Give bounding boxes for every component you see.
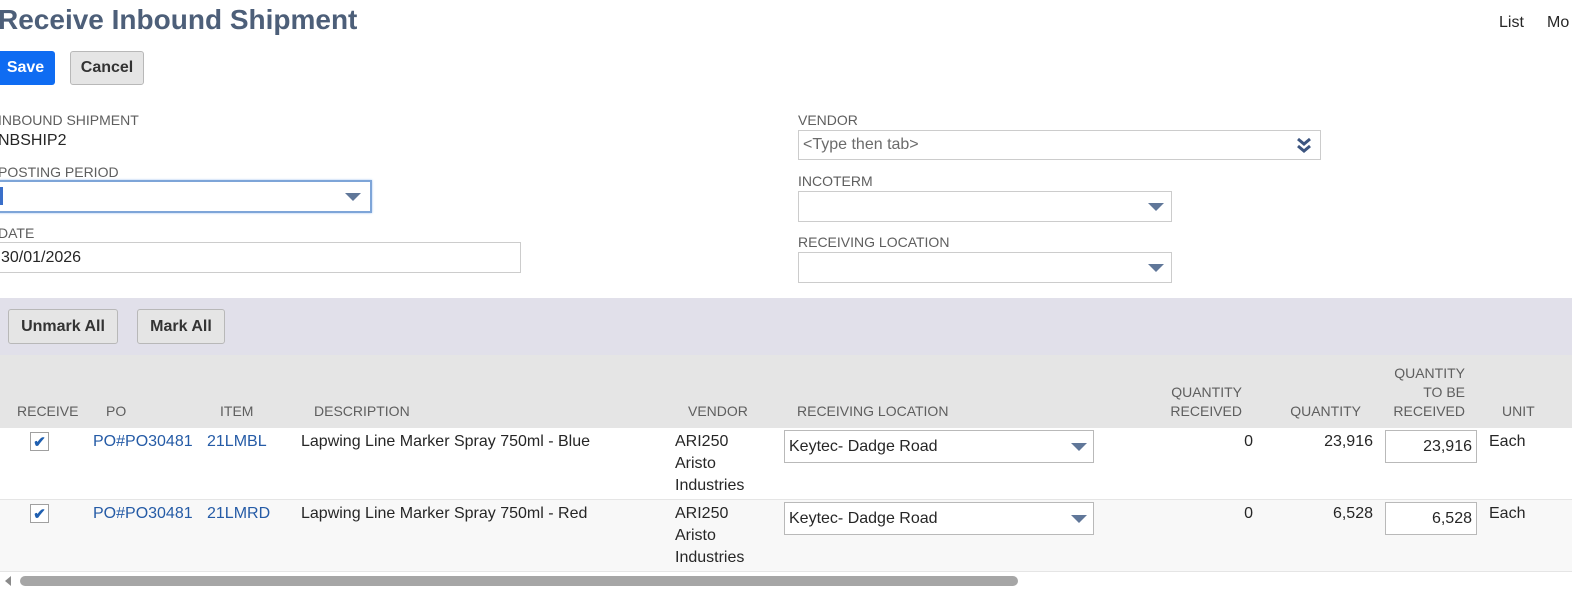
list-link[interactable]: List [1499,14,1524,32]
receive-checkbox[interactable]: ✔ [30,432,49,451]
inbound-shipment-value: NBSHIP2 [0,132,67,149]
date-value: 30/01/2026 [1,248,82,266]
posting-period-select[interactable] [0,180,372,213]
col-quantity[interactable]: QUANTITY [1260,402,1361,421]
vendor-cell: ARI250 Aristo Industries [675,503,744,569]
incoterm-select[interactable] [798,191,1172,222]
dropdown-arrow-icon[interactable] [1148,264,1164,272]
date-label: DATE [0,225,35,241]
incoterm-label: INCOTERM [798,173,873,189]
page-title: Receive Inbound Shipment [0,4,358,35]
col-item[interactable]: ITEM [220,402,253,421]
col-quantity-received-line1: QUANTITY [1171,384,1242,400]
checkmark-icon: ✔ [33,433,46,451]
scroll-left-arrow-icon[interactable] [5,576,11,586]
quantity-cell: 6,528 [1332,505,1373,522]
col-description[interactable]: DESCRIPTION [314,402,410,421]
receive-checkbox[interactable]: ✔ [30,504,49,523]
col-qtbr-line2: TO BE [1423,384,1465,400]
vendor-name-line2: Industries [675,477,745,494]
vendor-field[interactable]: <Type then tab> [798,130,1321,160]
text-cursor [0,187,3,205]
cancel-button[interactable]: Cancel [70,51,144,85]
row-receiving-location-select[interactable]: Keytec- Dadge Road [784,430,1094,463]
col-quantity-received-line2: RECEIVED [1170,403,1242,419]
posting-period-label: POSTING PERIOD [0,164,119,180]
col-po[interactable]: PO [106,402,126,421]
quantity-received-cell: 0 [1244,433,1253,450]
quantity-to-be-received-input[interactable]: 6,528 [1385,502,1477,535]
date-field[interactable]: 30/01/2026 [0,242,521,273]
vendor-label: VENDOR [798,112,858,128]
save-button[interactable]: Save [0,51,55,85]
inbound-shipment-label: INBOUND SHIPMENT [0,112,139,128]
dropdown-arrow-icon[interactable] [1071,515,1087,523]
vendor-name-line1: Aristo [675,527,716,544]
dropdown-arrow-icon[interactable] [345,193,361,201]
vendor-placeholder: <Type then tab> [803,136,919,153]
unmark-all-button[interactable]: Unmark All [8,309,118,344]
unit-cell: Each [1489,505,1526,522]
receiving-location-label: RECEIVING LOCATION [798,234,950,250]
col-qtbr-line1: QUANTITY [1394,365,1465,381]
col-receiving-location[interactable]: RECEIVING LOCATION [797,402,948,421]
checkmark-icon: ✔ [33,505,46,523]
quantity-cell: 23,916 [1324,433,1373,450]
vendor-code: ARI250 [675,505,729,522]
po-link[interactable]: PO#PO30481 [93,431,193,453]
receiving-location-select[interactable] [798,252,1172,283]
row-receiving-location-value: Keytec- Dadge Road [789,509,938,527]
unit-cell: Each [1489,433,1526,450]
item-link[interactable]: 21LMBL [207,431,267,453]
more-link[interactable]: Mo [1547,14,1569,32]
col-unit[interactable]: UNIT [1502,402,1535,421]
vendor-name-line1: Aristo [675,455,716,472]
double-chevron-down-icon[interactable] [1296,137,1312,153]
scrollbar-thumb[interactable] [20,576,1018,586]
item-link[interactable]: 21LMRD [207,503,270,525]
col-receive: RECEIVE [17,403,79,419]
dropdown-arrow-icon[interactable] [1071,443,1087,451]
col-qtbr-line3: RECEIVED [1393,403,1465,419]
vendor-name-line2: Industries [675,549,745,566]
sublist-toolbar [0,298,1572,355]
po-link[interactable]: PO#PO30481 [93,503,193,525]
row-receiving-location-select[interactable]: Keytec- Dadge Road [784,502,1094,535]
col-vendor[interactable]: VENDOR [688,402,748,421]
vendor-code: ARI250 [675,433,729,450]
col-quantity-to-be-received[interactable]: QUANTITY TO BE RECEIVED [1380,364,1465,421]
row-receiving-location-value: Keytec- Dadge Road [789,437,938,455]
description-cell: Lapwing Line Marker Spray 750ml - Red [301,505,588,522]
quantity-to-be-received-input[interactable]: 23,916 [1385,430,1477,463]
mark-all-button[interactable]: Mark All [137,309,225,344]
quantity-received-cell: 0 [1244,505,1253,522]
col-quantity-received[interactable]: QUANTITY RECEIVED [1120,383,1242,421]
vendor-cell: ARI250 Aristo Industries [675,431,744,497]
description-cell: Lapwing Line Marker Spray 750ml - Blue [301,433,591,450]
dropdown-arrow-icon[interactable] [1148,203,1164,211]
